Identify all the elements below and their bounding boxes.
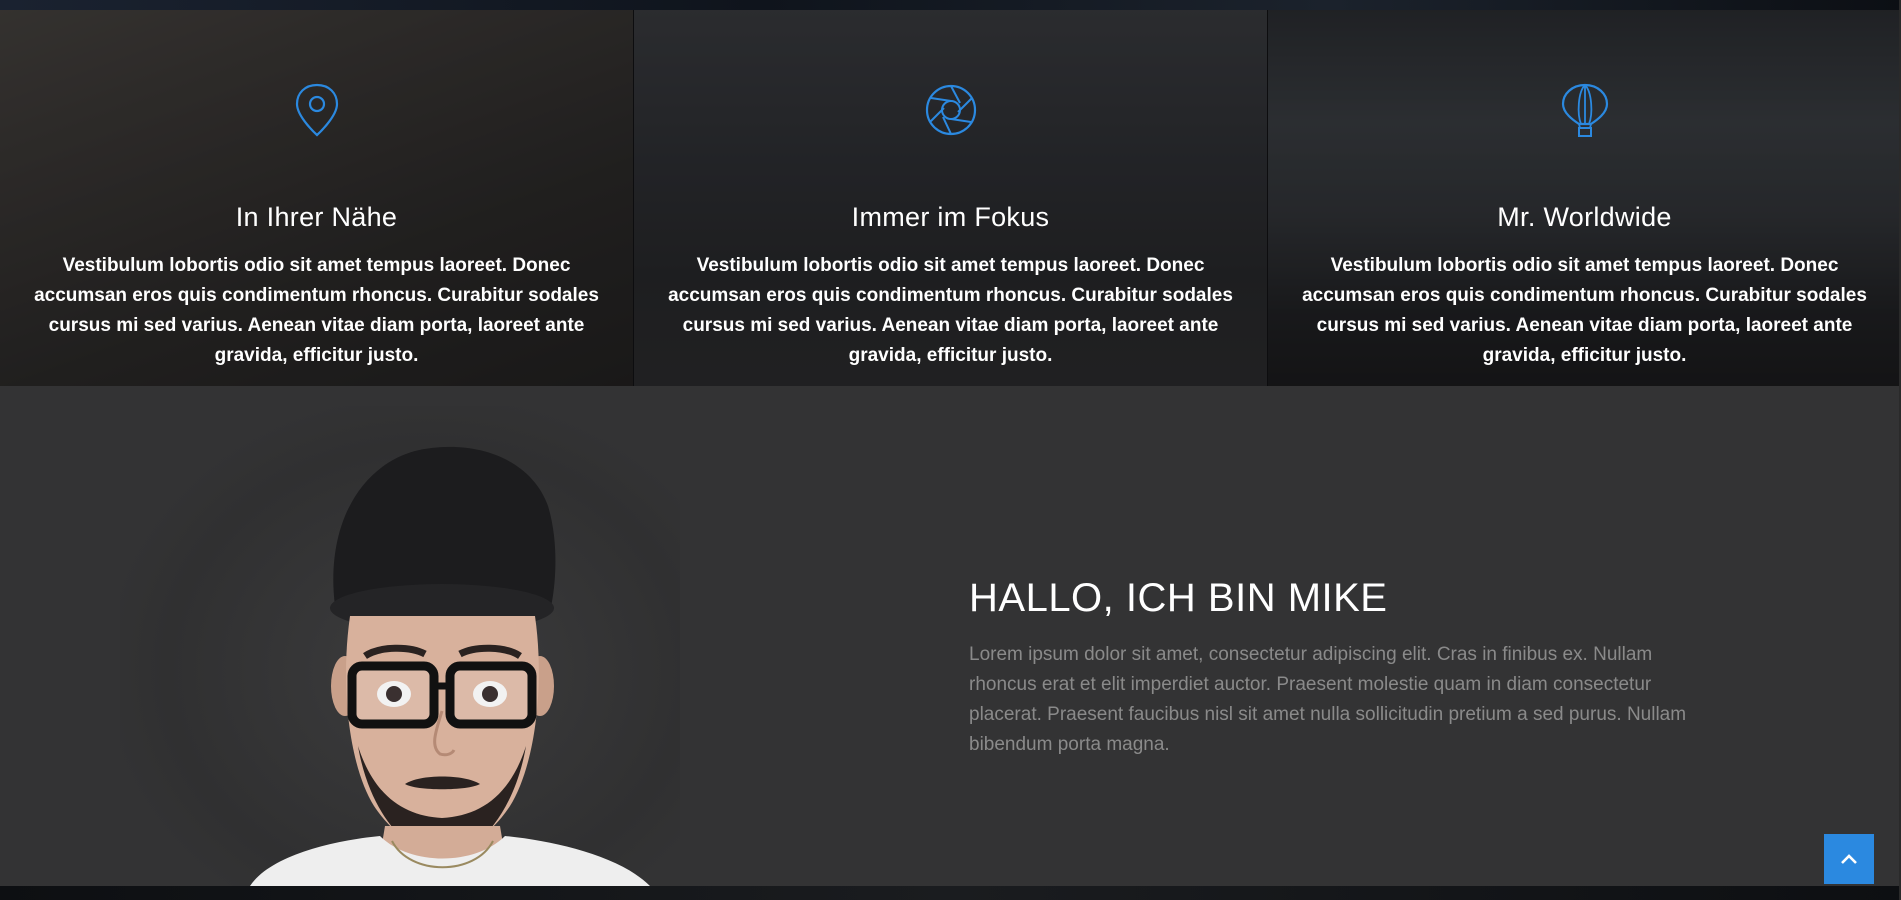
features-section: In Ihrer Nähe Vestibulum lobortis odio s… [0, 10, 1901, 386]
scroll-to-top-button[interactable] [1824, 834, 1874, 884]
feature-title: Immer im Fokus [851, 202, 1050, 232]
chevron-up-icon [1841, 854, 1857, 864]
hot-air-balloon-icon [1561, 83, 1608, 137]
about-title: HALLO, ICH BIN MIKE [969, 576, 1388, 620]
feature-title: Mr. Worldwide [1497, 202, 1672, 232]
feature-title: In Ihrer Nähe [235, 202, 398, 232]
about-text: Lorem ipsum dolor sit amet, consectetur … [969, 644, 1687, 755]
feature-text: Vestibulum lobortis odio sit amet tempus… [668, 255, 1233, 366]
feature-text: Vestibulum lobortis odio sit amet tempus… [34, 255, 599, 366]
feature-card-worldwide: Mr. Worldwide Vestibulum lobortis odio s… [1268, 10, 1901, 386]
portrait-photo [250, 446, 650, 886]
feature-card-focus: Immer im Fokus Vestibulum lobortis odio … [634, 10, 1267, 386]
feature-card-nearby: In Ihrer Nähe Vestibulum lobortis odio s… [0, 10, 633, 386]
bottom-image-strip [0, 886, 1901, 900]
feature-text: Vestibulum lobortis odio sit amet tempus… [1302, 255, 1867, 366]
about-section: HALLO, ICH BIN MIKE Lorem ipsum dolor si… [0, 386, 1901, 886]
camera-aperture-icon [925, 84, 976, 136]
top-image-strip [0, 0, 1901, 10]
map-pin-icon [295, 83, 338, 137]
